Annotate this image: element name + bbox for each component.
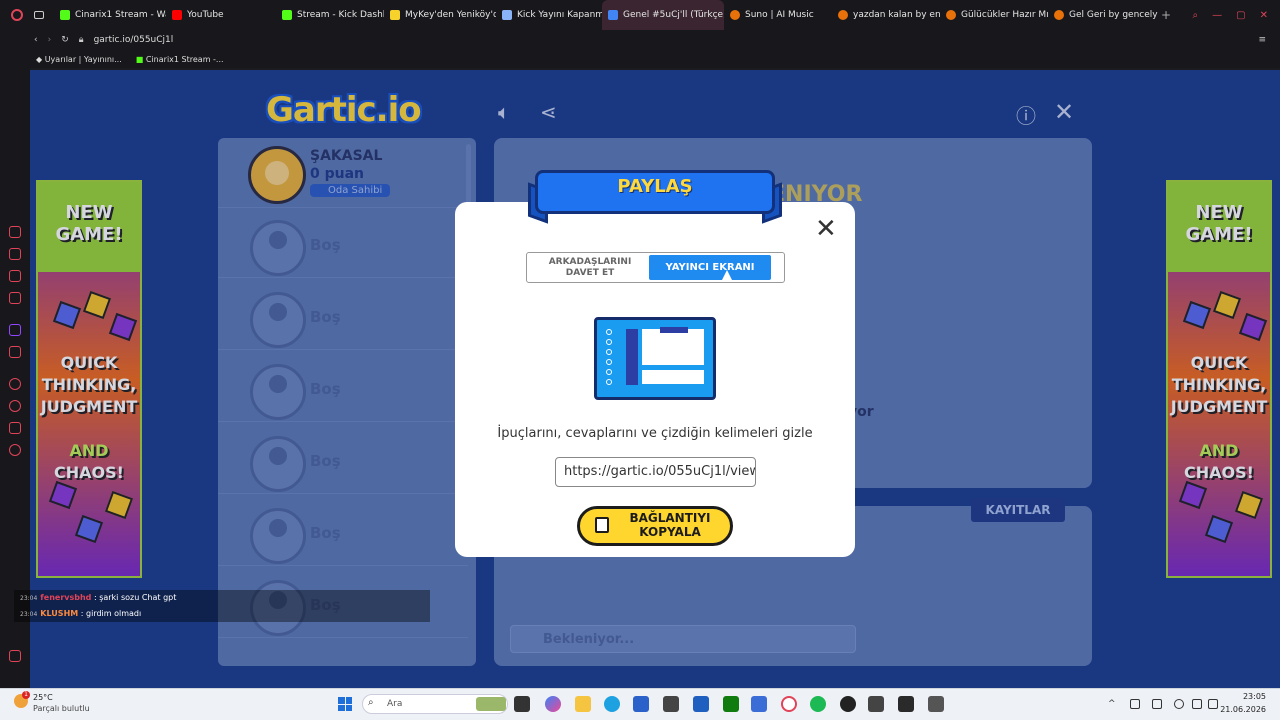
obs-icon[interactable] bbox=[840, 696, 856, 712]
browser-tab[interactable]: Suno | AI Music bbox=[724, 0, 832, 30]
wifi-icon[interactable] bbox=[1174, 699, 1184, 709]
address-bar: ‹ › ↻ 🔒︎ gartic.io/055uCj1l ≡ bbox=[0, 30, 1280, 50]
modal-title: PAYLAŞ bbox=[617, 176, 693, 197]
spotify-icon[interactable] bbox=[810, 696, 826, 712]
kick-favicon-icon bbox=[282, 10, 292, 20]
browser-tab[interactable]: Gel Geri by gencelyes bbox=[1048, 0, 1158, 30]
sidebar-app-icon[interactable] bbox=[9, 270, 21, 282]
copy-icon bbox=[595, 517, 609, 533]
site-favicon-icon bbox=[390, 10, 400, 20]
edge-icon[interactable] bbox=[604, 696, 620, 712]
task-view-icon[interactable] bbox=[514, 696, 530, 712]
workspace-icon[interactable] bbox=[34, 0, 54, 30]
menu-icon[interactable]: ≡ bbox=[1258, 35, 1266, 45]
settings-icon[interactable] bbox=[9, 444, 21, 456]
gx-icon[interactable] bbox=[9, 650, 21, 662]
close-icon[interactable]: ✕ bbox=[815, 214, 837, 244]
tray-app-icon[interactable] bbox=[1130, 699, 1140, 709]
kick-favicon-icon bbox=[60, 10, 70, 20]
browser-tab-active[interactable]: Genel #5uCj'll (Türkçe) - D bbox=[602, 0, 724, 30]
search-highlight-image bbox=[476, 697, 506, 711]
suno-favicon-icon bbox=[1054, 10, 1064, 20]
microphone-icon[interactable] bbox=[1152, 699, 1162, 709]
url-field[interactable]: gartic.io/055uCj1l bbox=[94, 35, 174, 45]
app-icon[interactable] bbox=[751, 696, 767, 712]
notification-badge: 1 bbox=[22, 691, 30, 699]
store-icon[interactable] bbox=[633, 696, 649, 712]
gartic-favicon-icon bbox=[608, 10, 618, 20]
bookmark-item[interactable]: ◆ Uyarılar | Yayınını... bbox=[36, 55, 122, 64]
close-window-icon[interactable]: ✕ bbox=[1260, 10, 1268, 21]
stream-chat-overlay: 23:04 fenervsbhd : şarki sozu Chat gpt 23… bbox=[14, 590, 430, 622]
app-icon[interactable] bbox=[663, 696, 679, 712]
file-explorer-icon[interactable] bbox=[575, 696, 591, 712]
search-icon: ⌕ bbox=[368, 697, 374, 708]
twitch-icon[interactable] bbox=[9, 324, 21, 336]
chat-message: 23:04 fenervsbhd : şarki sozu Chat gpt bbox=[20, 593, 177, 602]
browser-tab[interactable]: YouTube bbox=[166, 0, 276, 30]
suno-favicon-icon bbox=[730, 10, 740, 20]
weather-temperature[interactable]: 25°C bbox=[33, 693, 53, 702]
opera-gx-icon[interactable] bbox=[781, 696, 797, 712]
sidebar-player-icon[interactable] bbox=[9, 378, 21, 390]
app-icon[interactable] bbox=[868, 696, 884, 712]
minimize-icon[interactable]: — bbox=[1212, 10, 1222, 21]
browser-tab[interactable]: Cinarix1 Stream - Wat bbox=[54, 0, 166, 30]
browser-tab-bar: Cinarix1 Stream - Wat YouTube Stream - K… bbox=[0, 0, 1280, 30]
xbox-icon[interactable] bbox=[723, 696, 739, 712]
sidebar-app-icon[interactable] bbox=[9, 248, 21, 260]
copy-link-label: BAĞLANTIYI KOPYALA bbox=[629, 511, 711, 539]
calculator-icon[interactable] bbox=[928, 696, 944, 712]
sparkle-favicon-icon bbox=[502, 10, 512, 20]
youtube-favicon-icon bbox=[172, 10, 182, 20]
tab-invite-friends[interactable]: ARKADAŞLARINI DAVET ET bbox=[531, 256, 649, 280]
suno-favicon-icon bbox=[838, 10, 848, 20]
browser-tab[interactable]: yazdan kalan by enes bbox=[832, 0, 940, 30]
bookmarks-bar: ◆ Uyarılar | Yayınını... ■ Cinarix1 Stre… bbox=[0, 50, 1280, 68]
lock-icon: 🔒︎ bbox=[78, 35, 84, 45]
chat-message: 23:04 KLUSHM : girdim olmadı bbox=[20, 609, 142, 618]
browser-tab[interactable]: MyKey'den Yeniköy'd bbox=[384, 0, 496, 30]
tray-chevron-icon[interactable]: ^ bbox=[1108, 699, 1118, 709]
modal-description: İpuçlarını, cevaplarını ve çizdiğin keli… bbox=[497, 426, 813, 441]
mouse-cursor-icon bbox=[722, 270, 732, 280]
tab-streamer-screen[interactable]: YAYINCI EKRANI bbox=[649, 255, 771, 280]
bookmark-item[interactable]: ■ Cinarix1 Stream -... bbox=[136, 55, 224, 64]
clock-time[interactable]: 23:05 bbox=[1222, 692, 1266, 701]
maximize-icon[interactable]: ▢ bbox=[1236, 10, 1245, 21]
windows-start-icon[interactable] bbox=[338, 697, 352, 711]
new-tab-plus-icon[interactable]: + bbox=[1158, 8, 1174, 22]
sidebar-app-icon[interactable] bbox=[9, 226, 21, 238]
volume-icon[interactable] bbox=[1192, 699, 1202, 709]
history-icon[interactable] bbox=[9, 400, 21, 412]
sidebar-app-icon[interactable] bbox=[9, 422, 21, 434]
opera-logo-icon[interactable] bbox=[0, 0, 34, 30]
forward-icon[interactable]: › bbox=[48, 35, 52, 45]
share-link-field[interactable]: https://gartic.io/055uCj1l/view bbox=[555, 457, 756, 487]
sidebar-app-icon[interactable] bbox=[9, 346, 21, 358]
clock-date[interactable]: 21.06.2026 bbox=[1212, 705, 1266, 714]
sidebar-app-icon[interactable] bbox=[9, 292, 21, 304]
browser-tab[interactable]: Stream - Kick Dashbo bbox=[276, 0, 384, 30]
back-icon[interactable]: ‹ bbox=[34, 35, 38, 45]
epic-games-icon[interactable] bbox=[898, 696, 914, 712]
reload-icon[interactable]: ↻ bbox=[61, 35, 69, 45]
copilot-icon[interactable] bbox=[545, 696, 561, 712]
weather-description[interactable]: Parçalı bulutlu bbox=[33, 704, 90, 713]
search-tabs-icon[interactable]: ⌕ bbox=[1193, 10, 1199, 21]
browser-tab[interactable]: Kick Yayını Kapanma bbox=[496, 0, 602, 30]
app-icon[interactable] bbox=[693, 696, 709, 712]
browser-tab[interactable]: Gülücükler Hazır Mı? bbox=[940, 0, 1048, 30]
suno-favicon-icon bbox=[946, 10, 956, 20]
